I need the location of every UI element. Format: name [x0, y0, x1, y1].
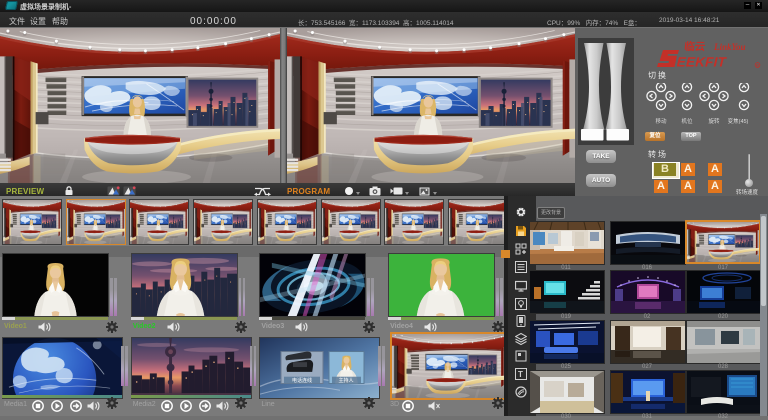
- svg-text:EEKFIT: EEKFIT: [676, 55, 728, 69]
- svg-text:临云: 临云: [684, 40, 707, 53]
- svg-text:LinkYou: LinkYou: [713, 42, 746, 52]
- svg-text:R: R: [756, 63, 759, 68]
- svg-text:T: T: [518, 370, 523, 379]
